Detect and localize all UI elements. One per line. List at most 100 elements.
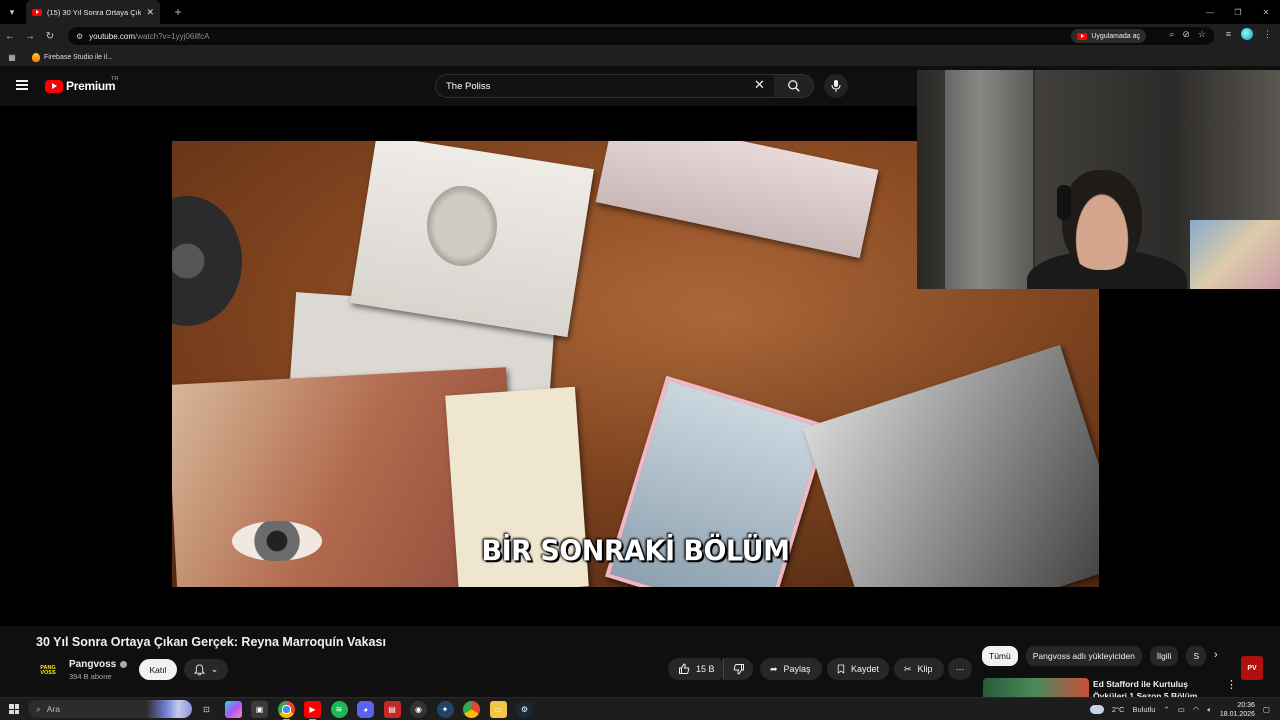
hardware-monitor-icon[interactable]: ▤ <box>383 701 401 718</box>
bookmark-firebase-studio[interactable]: Firebase Studio ile il... <box>32 52 113 62</box>
channel-name-row[interactable]: Pangvoss <box>69 659 128 670</box>
video-subtitle-overlay: BİR SONRAKİ BÖLÜM <box>481 535 790 568</box>
system-tray: 2°C Bulutlu ⌃ ▭ ◠ 🔈︎ 20:36 18.01.2026 ▢ <box>1089 698 1280 720</box>
site-info-icon[interactable]: ⚙ <box>76 32 83 41</box>
join-button[interactable]: Katıl <box>139 659 177 680</box>
browser-menu-icon[interactable]: ⋮ <box>1263 29 1272 40</box>
bell-icon <box>193 663 205 675</box>
youtube-favicon-icon <box>32 8 42 16</box>
youtube-logo[interactable]: Premium <box>45 79 116 93</box>
discord-icon[interactable]: ◕ <box>357 701 374 718</box>
chrome-icon[interactable] <box>277 701 295 720</box>
clock[interactable]: 20:36 18.01.2026 <box>1220 701 1255 719</box>
windows-taskbar: ⌕ Ara ⊡ ▣ ▶ ≋ ◕ ▤ ◉ ✦ ▭ ⚙ 2°C Bulutlu ⌃ … <box>0 697 1280 720</box>
webcam-person <box>1062 170 1142 270</box>
search-button[interactable] <box>774 74 814 98</box>
like-button[interactable]: 15 B <box>668 658 727 680</box>
forward-icon[interactable]: → <box>20 31 40 42</box>
weather-desc[interactable]: Bulutlu <box>1132 705 1155 714</box>
recommendation-more-icon[interactable]: ⋮ <box>1226 678 1237 691</box>
verified-icon <box>120 661 128 668</box>
bookmark-icon <box>837 664 845 674</box>
taskbar-apps: ⊡ ▣ ▶ ≋ ◕ ▤ ◉ ✦ ▭ ⚙ <box>198 701 533 720</box>
channel-watermark[interactable]: PV <box>1241 656 1263 680</box>
chip-related[interactable]: İlgili <box>1149 646 1179 666</box>
wifi-icon[interactable]: ◠ <box>1193 705 1200 714</box>
dislike-button[interactable] <box>723 658 753 680</box>
browser-tab-strip: ▾ (15) 30 Yıl Sonra Ortaya Çıkan Gerçek … <box>0 0 1280 24</box>
back-icon[interactable]: ← <box>0 31 20 42</box>
copilot-icon[interactable] <box>224 701 242 718</box>
taskbar-search-placeholder: Ara <box>46 704 60 714</box>
weather-temp[interactable]: 2°C <box>1112 705 1125 714</box>
search-highlight-art <box>146 700 192 718</box>
webcam-headset <box>1057 185 1071 220</box>
file-explorer-icon[interactable]: ▭ <box>489 701 507 718</box>
volume-icon[interactable]: 🔈︎ <box>1207 705 1212 715</box>
clear-search-icon[interactable]: ✕ <box>754 77 765 93</box>
profile-avatar-icon[interactable] <box>1241 28 1253 40</box>
save-button[interactable]: Kaydet <box>827 658 889 680</box>
microsoft-store-icon[interactable]: ▣ <box>251 701 268 718</box>
open-in-app-button[interactable]: Uygulamada aç <box>1071 29 1146 43</box>
thumbs-up-icon <box>679 663 690 674</box>
windows-start-icon[interactable] <box>9 704 19 714</box>
notifications-icon[interactable]: ▢ <box>1263 705 1270 714</box>
spotify-icon[interactable]: ≋ <box>330 701 348 718</box>
zoom-icon[interactable]: ⌕ <box>1169 29 1174 40</box>
microphone-icon <box>831 80 841 92</box>
clock-date: 18.01.2026 <box>1219 710 1255 718</box>
tab-search-icon[interactable]: ▾ <box>0 0 24 24</box>
recommendation-filter-chips: Tümü Pangvoss adlı yükleyiciden İlgili S <box>982 646 1207 668</box>
tray-expand-icon[interactable]: ⌃ <box>1163 705 1169 714</box>
youtube-taskbar-icon[interactable]: ▶ <box>304 701 321 720</box>
browser-tab-active[interactable]: (15) 30 Yıl Sonra Ortaya Çıkan Gerçek ✕ <box>26 0 160 24</box>
recommendation-title[interactable]: Ed Stafford ile Kurtuluş Öyküleri 1.Sezo… <box>1093 678 1223 698</box>
chip-partial[interactable]: S <box>1186 646 1207 666</box>
channel-avatar[interactable]: PANG VOSS <box>36 659 60 683</box>
video-scene-disc <box>172 196 242 326</box>
share-button[interactable]: ➦ Paylaş <box>760 658 822 680</box>
subscription-bell-button[interactable]: ⌄ <box>184 659 228 680</box>
bookmark-star-icon[interactable]: ☆ <box>1198 29 1206 40</box>
chrome-profile-icon[interactable] <box>463 701 480 718</box>
chip-from-uploader[interactable]: Pangvoss adlı yükleyiciden <box>1025 646 1142 666</box>
channel-name[interactable]: Pangvoss <box>69 659 116 670</box>
chip-all[interactable]: Tümü <box>982 646 1018 666</box>
maximize-icon[interactable]: ❐ <box>1224 0 1252 24</box>
firebase-icon <box>32 52 40 62</box>
omnibox-actions: ⌕ ⊘ ☆ <box>1169 29 1206 40</box>
new-tab-button[interactable]: + <box>166 5 190 19</box>
window-controls: — ❐ ✕ <box>1196 0 1280 24</box>
save-label: Kaydet <box>850 664 879 674</box>
steam-icon[interactable]: ⚙ <box>516 701 533 718</box>
media-control-icon[interactable]: ≡ <box>1226 29 1231 39</box>
address-bar[interactable]: ⚙ youtube.com/watch?v=1yyj06ilfcA Uygula… <box>68 27 1214 45</box>
webcam-overlay <box>917 70 1280 289</box>
thumbs-down-icon <box>733 664 744 675</box>
cloud-icon <box>1089 705 1104 714</box>
menu-icon[interactable] <box>16 80 28 90</box>
close-window-icon[interactable]: ✕ <box>1252 0 1280 24</box>
clip-button[interactable]: ✂ Klip <box>894 658 944 680</box>
apps-grid-icon[interactable]: ▦ <box>0 53 24 62</box>
tracking-blocked-icon[interactable]: ⊘ <box>1182 29 1190 40</box>
chevron-right-icon[interactable]: › <box>1214 649 1218 661</box>
url-path: /watch?v=1yyj06ilfcA <box>134 31 210 41</box>
network-tool-icon[interactable]: ✦ <box>436 701 454 718</box>
taskbar-search[interactable]: ⌕ Ara <box>28 700 192 718</box>
minimize-icon[interactable]: — <box>1196 0 1224 24</box>
youtube-play-logo-icon <box>45 79 63 93</box>
voice-search-button[interactable] <box>824 74 848 98</box>
like-count: 15 B <box>696 664 715 674</box>
search-input[interactable]: The Poliss <box>435 74 775 98</box>
github-desktop-icon[interactable]: ◉ <box>410 701 427 718</box>
webcam-blanket <box>1190 220 1280 289</box>
network-icon[interactable]: ▭ <box>1178 705 1185 714</box>
chevron-down-icon: ⌄ <box>210 664 219 674</box>
tab-close-icon[interactable]: ✕ <box>146 7 154 18</box>
reload-icon[interactable]: ↻ <box>40 31 60 42</box>
recommendation-thumbnail[interactable] <box>983 678 1089 698</box>
task-view-icon[interactable]: ⊡ <box>198 701 215 718</box>
more-actions-icon[interactable]: ⋯ <box>948 658 972 680</box>
